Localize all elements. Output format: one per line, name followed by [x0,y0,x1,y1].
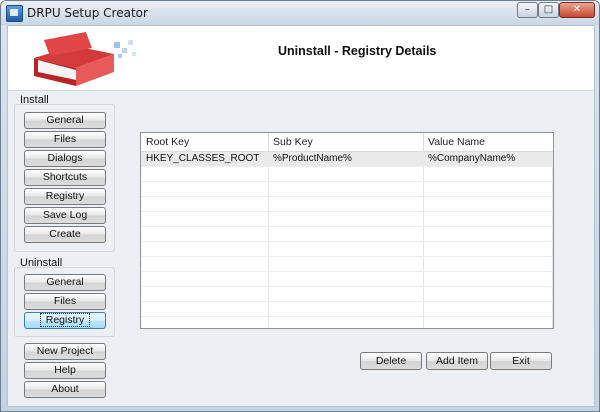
registry-table[interactable]: Root Key Sub Key Value Name HKEY_CLASSES… [140,132,554,329]
window-title: DRPU Setup Creator [27,6,148,20]
install-registry-button[interactable]: Registry [24,188,106,205]
install-general-button[interactable]: General [24,112,106,129]
table-row-empty[interactable] [141,227,553,242]
table-row-empty[interactable] [141,272,553,287]
add-item-button[interactable]: Add Item [426,352,488,370]
table-row-empty[interactable] [141,182,553,197]
uninstall-general-button[interactable]: General [24,274,106,291]
exit-button[interactable]: Exit [490,352,552,370]
app-window: DRPU Setup Creator – □ ✕ Uninstall - Reg… [0,0,600,412]
install-shortcuts-button[interactable]: Shortcuts [24,169,106,186]
client-area: Uninstall - Registry Details Install Gen… [7,25,595,407]
install-dialogs-button[interactable]: Dialogs [24,150,106,167]
uninstall-registry-button[interactable]: Registry [24,312,106,329]
title-bar[interactable]: DRPU Setup Creator – □ ✕ [1,1,599,25]
help-button[interactable]: Help [24,362,106,379]
about-button[interactable]: About [24,381,106,398]
column-root-key[interactable]: Root Key [141,133,268,151]
header-banner: Uninstall - Registry Details [8,26,594,91]
table-row-empty[interactable] [141,167,553,182]
page-title: Uninstall - Registry Details [278,44,437,58]
delete-button[interactable]: Delete [360,352,422,370]
column-sub-key[interactable]: Sub Key [268,133,423,151]
install-files-button[interactable]: Files [24,131,106,148]
software-box-logo-icon [34,32,136,86]
minimize-button[interactable]: – [517,2,538,18]
cell-value-name: %CompanyName% [428,153,516,164]
table-row-empty[interactable] [141,257,553,272]
close-button[interactable]: ✕ [559,2,595,18]
install-create-button[interactable]: Create [24,226,106,243]
new-project-button[interactable]: New Project [24,343,106,360]
table-row-empty[interactable] [141,212,553,227]
maximize-button[interactable]: □ [538,2,559,18]
column-value-name[interactable]: Value Name [423,133,553,151]
table-row-empty[interactable] [141,197,553,212]
table-row-empty[interactable] [141,242,553,257]
app-icon [6,5,23,22]
cell-root-key: HKEY_CLASSES_ROOT [146,153,260,164]
uninstall-registry-label: Registry [39,313,91,327]
table-header: Root Key Sub Key Value Name [141,133,553,152]
table-row-empty[interactable] [141,302,553,317]
install-save-log-button[interactable]: Save Log [24,207,106,224]
uninstall-files-button[interactable]: Files [24,293,106,310]
table-row-empty[interactable] [141,287,553,302]
cell-sub-key: %ProductName% [273,153,352,164]
table-row[interactable]: HKEY_CLASSES_ROOT %ProductName% %Company… [141,152,553,167]
